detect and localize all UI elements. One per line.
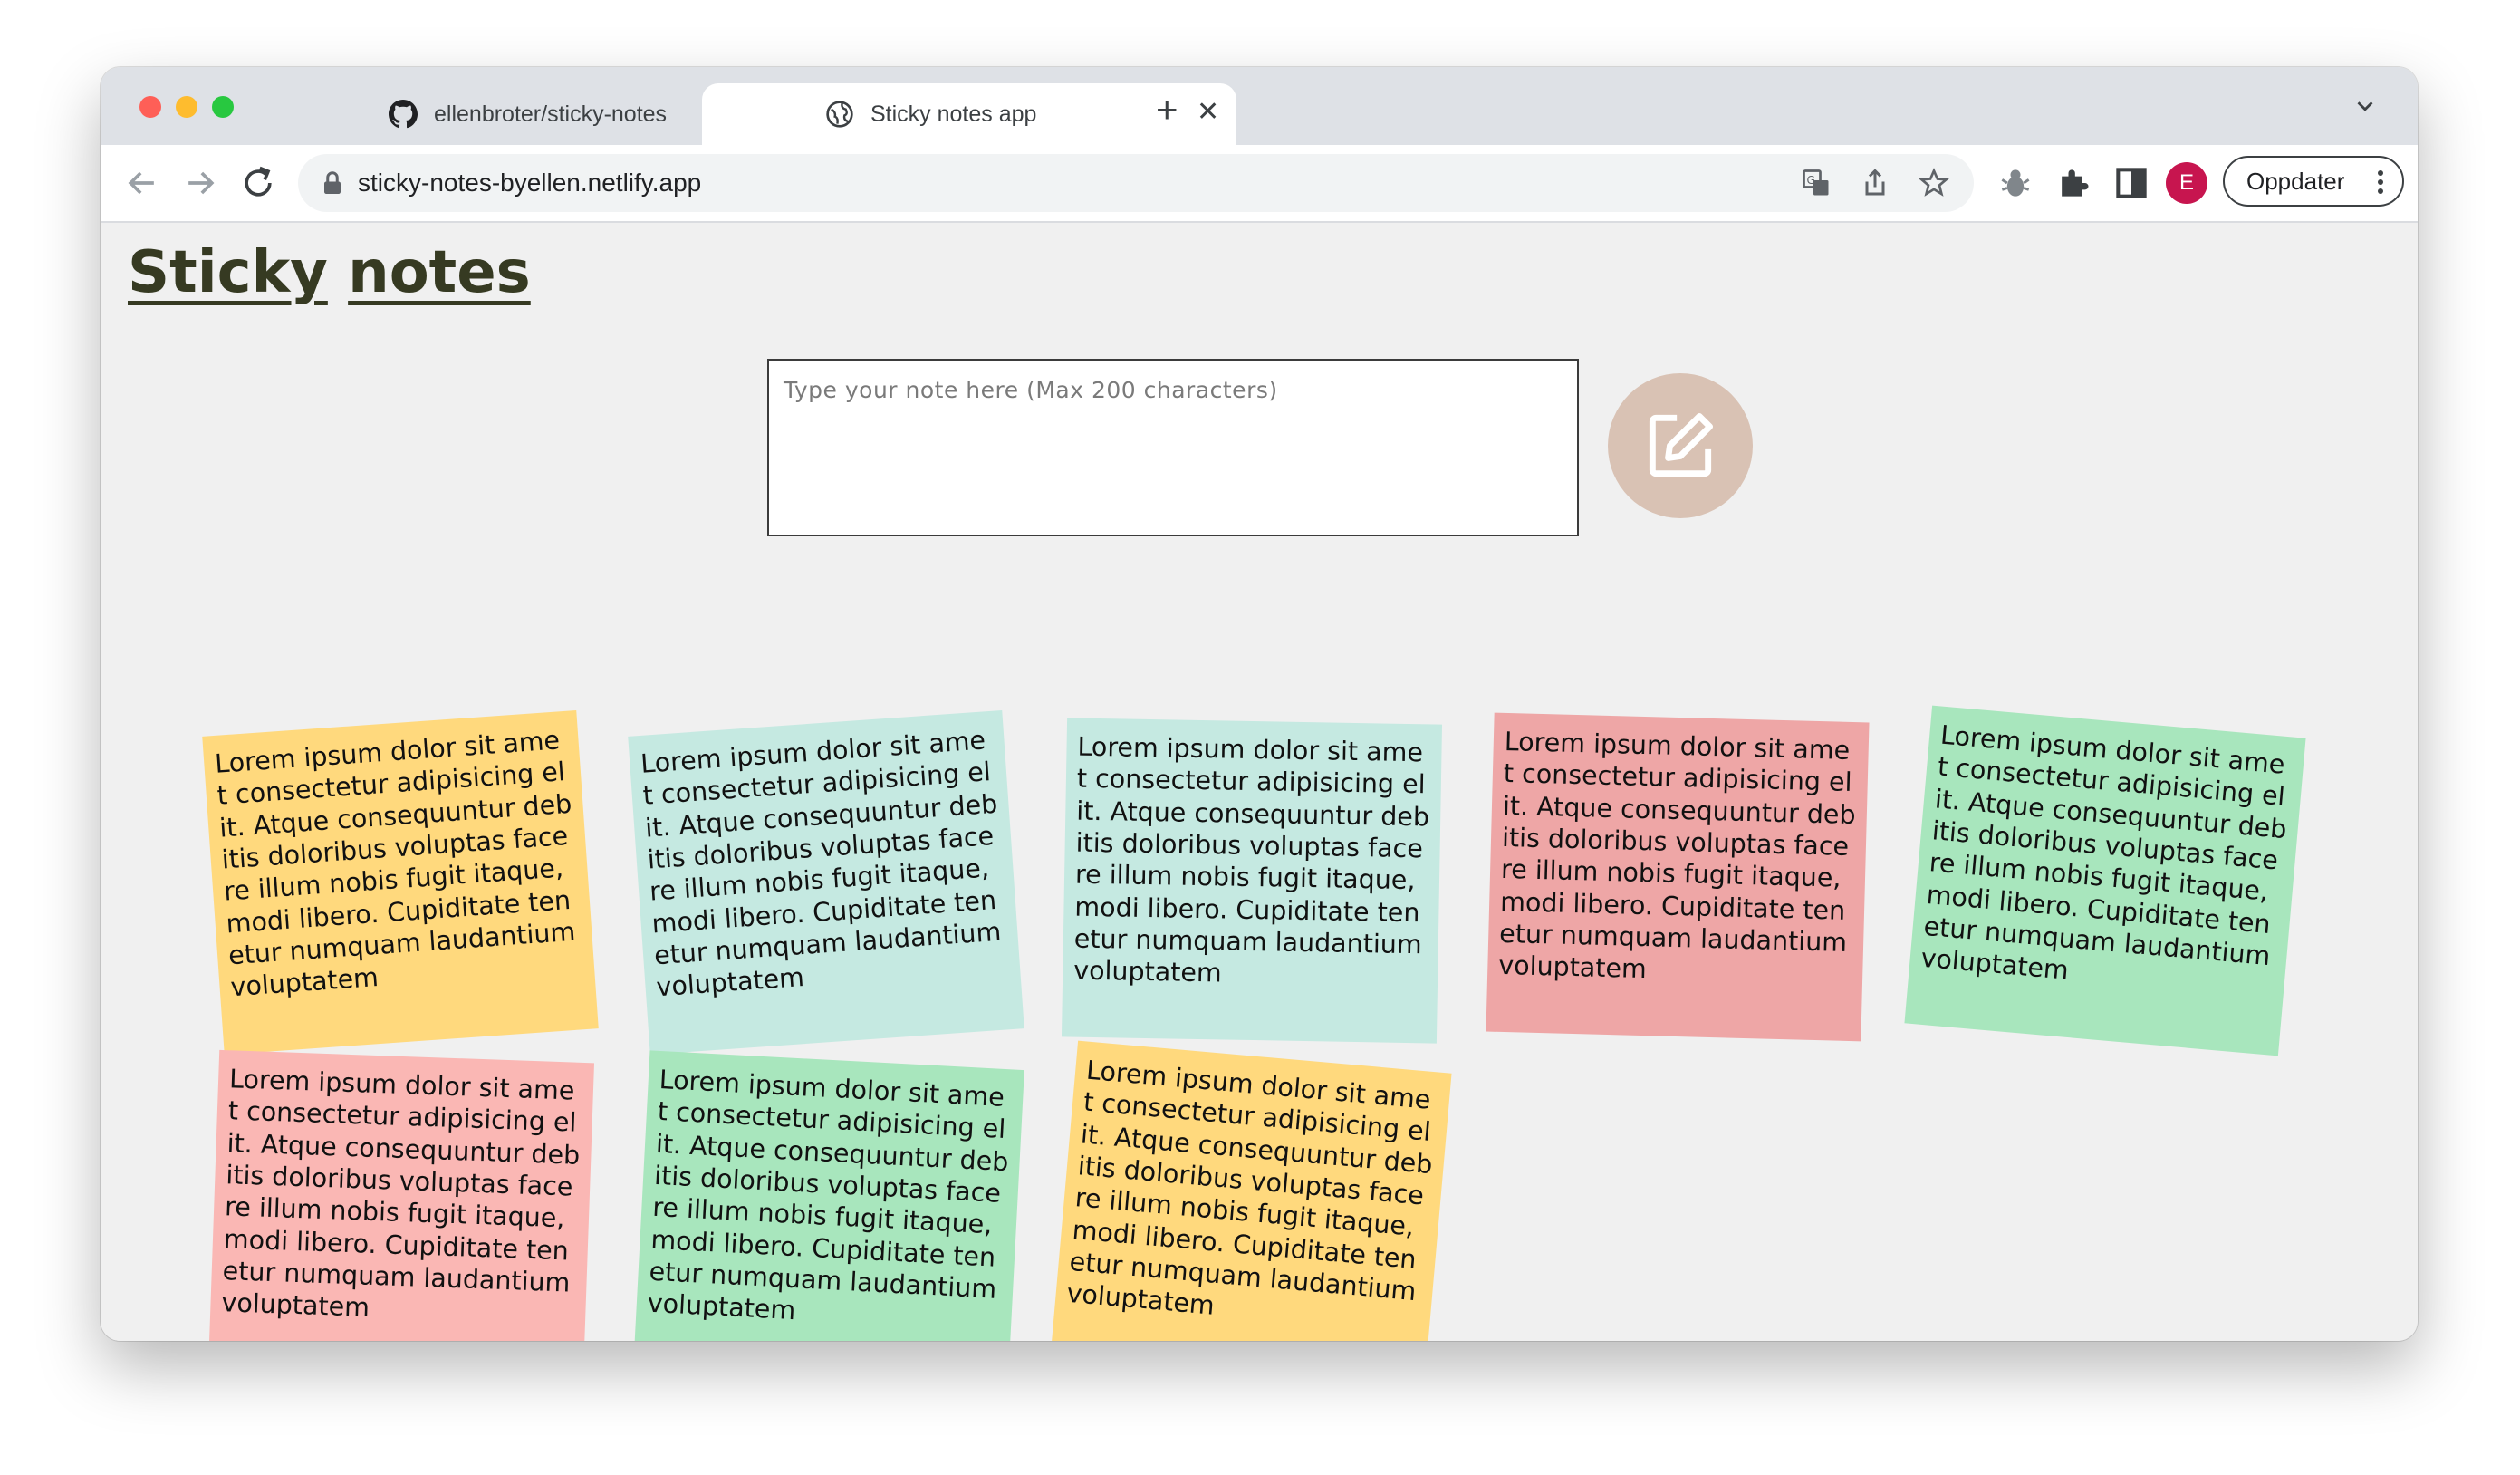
globe-icon [826, 101, 853, 128]
note-text: Lorem ipsum dolor sit amet consectetur a… [640, 725, 1003, 1003]
title-word-notes: notes [348, 239, 531, 306]
sticky-note[interactable]: Lorem ipsum dolor sit amet consectetur a… [202, 709, 599, 1056]
update-label: Oppdater [2246, 167, 2345, 195]
note-text: Lorem ipsum dolor sit amet consectetur a… [220, 1064, 581, 1324]
note-text: Lorem ipsum dolor sit amet consectetur a… [1065, 1055, 1434, 1322]
browser-toolbar: sticky-notes-byellen.netlify.app G E Opp… [101, 145, 2418, 223]
new-tab-icon[interactable]: + [1156, 91, 1178, 129]
tab-strip: ellenbroter/sticky-notes ✕ Sticky notes … [101, 67, 2418, 145]
page-content: Sticky notes Lorem ipsum dolor sit amet … [101, 223, 2418, 1341]
update-button[interactable]: Oppdater [2223, 156, 2404, 207]
translate-icon[interactable]: G [1800, 167, 1832, 199]
browser-window: ellenbroter/sticky-notes ✕ Sticky notes … [101, 67, 2418, 1341]
sticky-note[interactable]: Lorem ipsum dolor sit amet consectetur a… [1904, 705, 2306, 1056]
more-options-icon[interactable] [2377, 169, 2384, 196]
tab-label: ellenbroter/sticky-notes [434, 101, 668, 127]
close-tab-icon[interactable]: ✕ [1197, 96, 1219, 128]
maximize-window-button[interactable] [212, 96, 234, 118]
svg-text:G: G [1807, 174, 1815, 187]
lock-icon[interactable] [316, 167, 349, 199]
note-text: Lorem ipsum dolor sit amet consectetur a… [214, 725, 577, 1003]
profile-avatar[interactable]: E [2166, 162, 2207, 204]
note-text: Lorem ipsum dolor sit amet consectetur a… [1919, 719, 2288, 987]
bug-extension-icon[interactable] [1996, 163, 2035, 203]
edit-note-icon [1649, 412, 1714, 477]
note-textarea[interactable] [767, 359, 1579, 536]
extensions-puzzle-icon[interactable] [2054, 163, 2093, 203]
minimize-window-button[interactable] [176, 96, 197, 118]
bookmark-star-icon[interactable] [1918, 167, 1950, 199]
sticky-note[interactable]: Lorem ipsum dolor sit amet consectetur a… [633, 1050, 1024, 1341]
sticky-note[interactable]: Lorem ipsum dolor sit amet consectetur a… [207, 1049, 595, 1341]
note-text: Lorem ipsum dolor sit amet consectetur a… [647, 1065, 1010, 1326]
title-word-sticky: Sticky [128, 239, 328, 306]
forward-icon[interactable] [180, 163, 220, 203]
close-window-button[interactable] [139, 96, 161, 118]
reload-icon[interactable] [238, 163, 278, 203]
tab-label: Sticky notes app [870, 101, 1037, 127]
back-icon[interactable] [122, 163, 162, 203]
url-text: sticky-notes-byellen.netlify.app [358, 169, 702, 197]
github-icon [389, 100, 418, 129]
note-text: Lorem ipsum dolor sit amet consectetur a… [1072, 731, 1430, 988]
page-title: Sticky notes [128, 239, 531, 306]
side-panel-icon[interactable] [2111, 163, 2151, 203]
add-note-button[interactable] [1608, 373, 1753, 518]
sticky-note[interactable]: Lorem ipsum dolor sit amet consectetur a… [628, 709, 1024, 1056]
note-text: Lorem ipsum dolor sit amet consectetur a… [1497, 726, 1857, 985]
address-bar[interactable]: sticky-notes-byellen.netlify.app G [298, 154, 1974, 212]
sticky-note[interactable]: Lorem ipsum dolor sit amet consectetur a… [1050, 1040, 1452, 1341]
sticky-note[interactable]: Lorem ipsum dolor sit amet consectetur a… [1486, 712, 1870, 1042]
chevron-down-icon[interactable] [2352, 92, 2379, 120]
sticky-note[interactable]: Lorem ipsum dolor sit amet consectetur a… [1061, 718, 1443, 1044]
share-icon[interactable] [1859, 167, 1891, 199]
